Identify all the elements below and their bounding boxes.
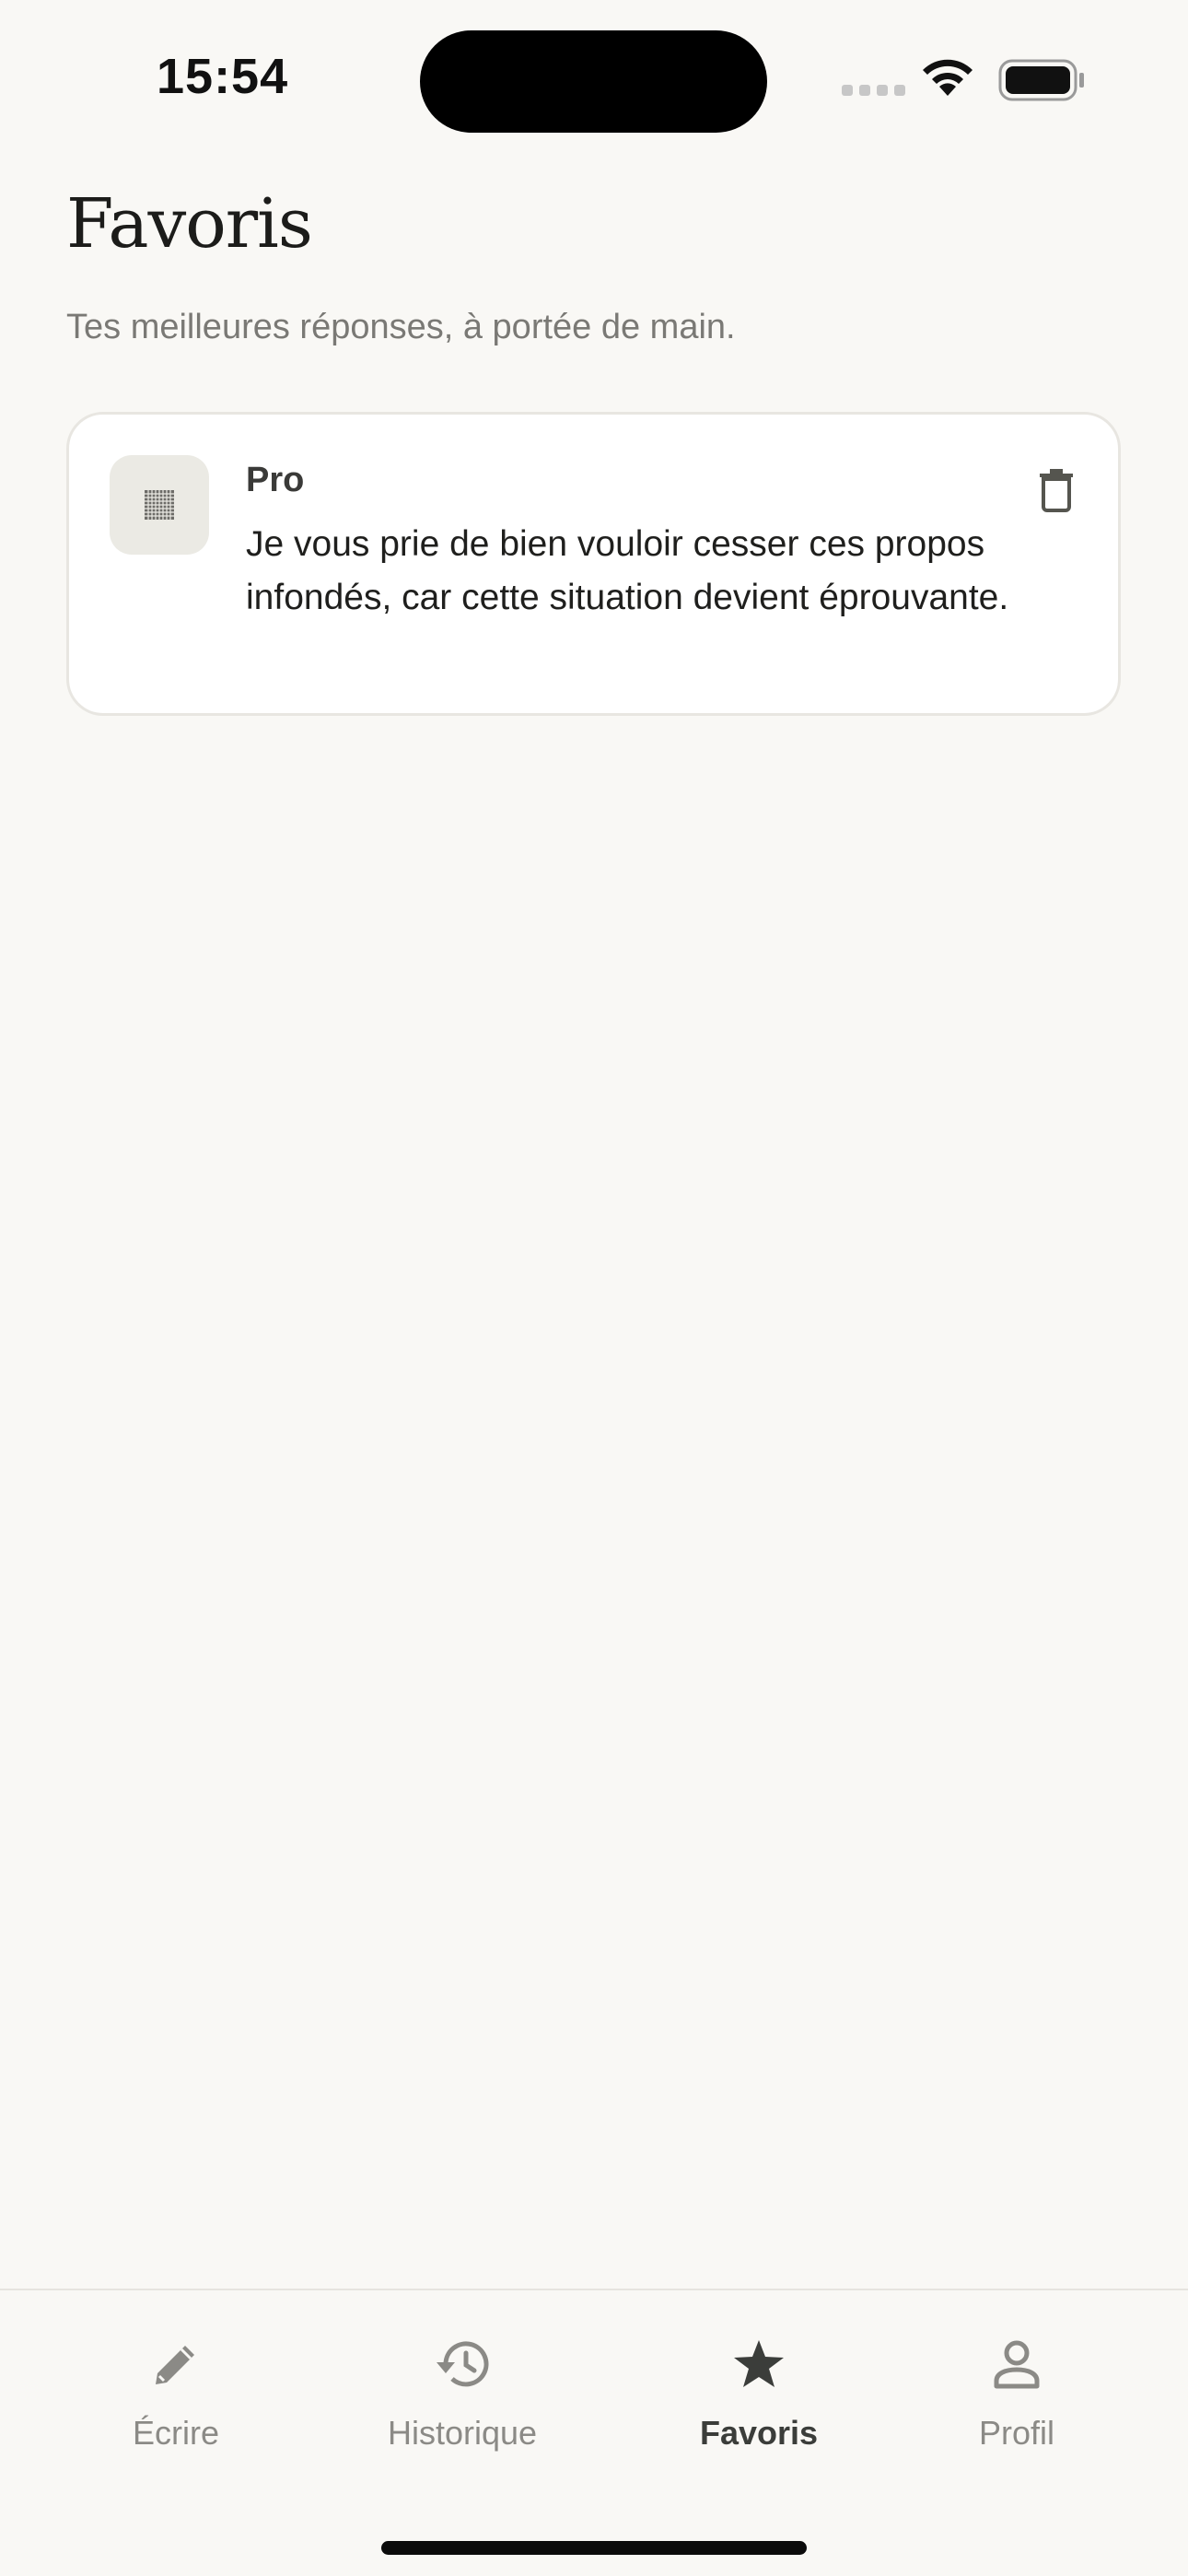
history-icon [437, 2341, 489, 2387]
dynamic-island [420, 30, 767, 133]
tab-ecrire[interactable]: Écrire [65, 2331, 286, 2460]
favorite-card[interactable]: Pro Je vous prie de bien vouloir cesser … [66, 412, 1121, 716]
cellular-signal-icon [842, 85, 905, 96]
tab-profil[interactable]: Profil [906, 2331, 1127, 2460]
bottom-tab-bar: Écrire Historique Favoris Profil [0, 2289, 1188, 2576]
delete-button[interactable] [1027, 461, 1086, 520]
tab-historique[interactable]: Historique [352, 2331, 573, 2460]
card-category-label: Pro [246, 461, 305, 499]
page-title: Favoris [66, 184, 313, 263]
tab-label: Profil [978, 2414, 1055, 2452]
tab-label: Écrire [132, 2414, 219, 2452]
home-indicator[interactable] [381, 2541, 807, 2555]
tab-label: Historique [387, 2414, 538, 2452]
page-subtitle: Tes meilleures réponses, à portée de mai… [66, 308, 736, 346]
wifi-icon [923, 59, 973, 96]
favorites-screen: 15:54 Favoris Tes meilleures réponses, à… [0, 0, 1188, 2576]
grid-icon [145, 490, 174, 520]
status-time: 15:54 [157, 49, 289, 104]
pencil-icon [156, 2346, 194, 2384]
status-bar: 15:54 [0, 0, 1188, 147]
trash-icon [1040, 469, 1073, 512]
category-thumbnail [110, 455, 209, 555]
person-icon [994, 2340, 1040, 2389]
tab-label: Favoris [699, 2414, 819, 2452]
tab-favoris[interactable]: Favoris [648, 2331, 869, 2460]
star-icon [734, 2340, 784, 2387]
card-response-text: Je vous prie de bien vouloir cesser ces … [246, 524, 1009, 617]
battery-icon [998, 59, 1084, 101]
